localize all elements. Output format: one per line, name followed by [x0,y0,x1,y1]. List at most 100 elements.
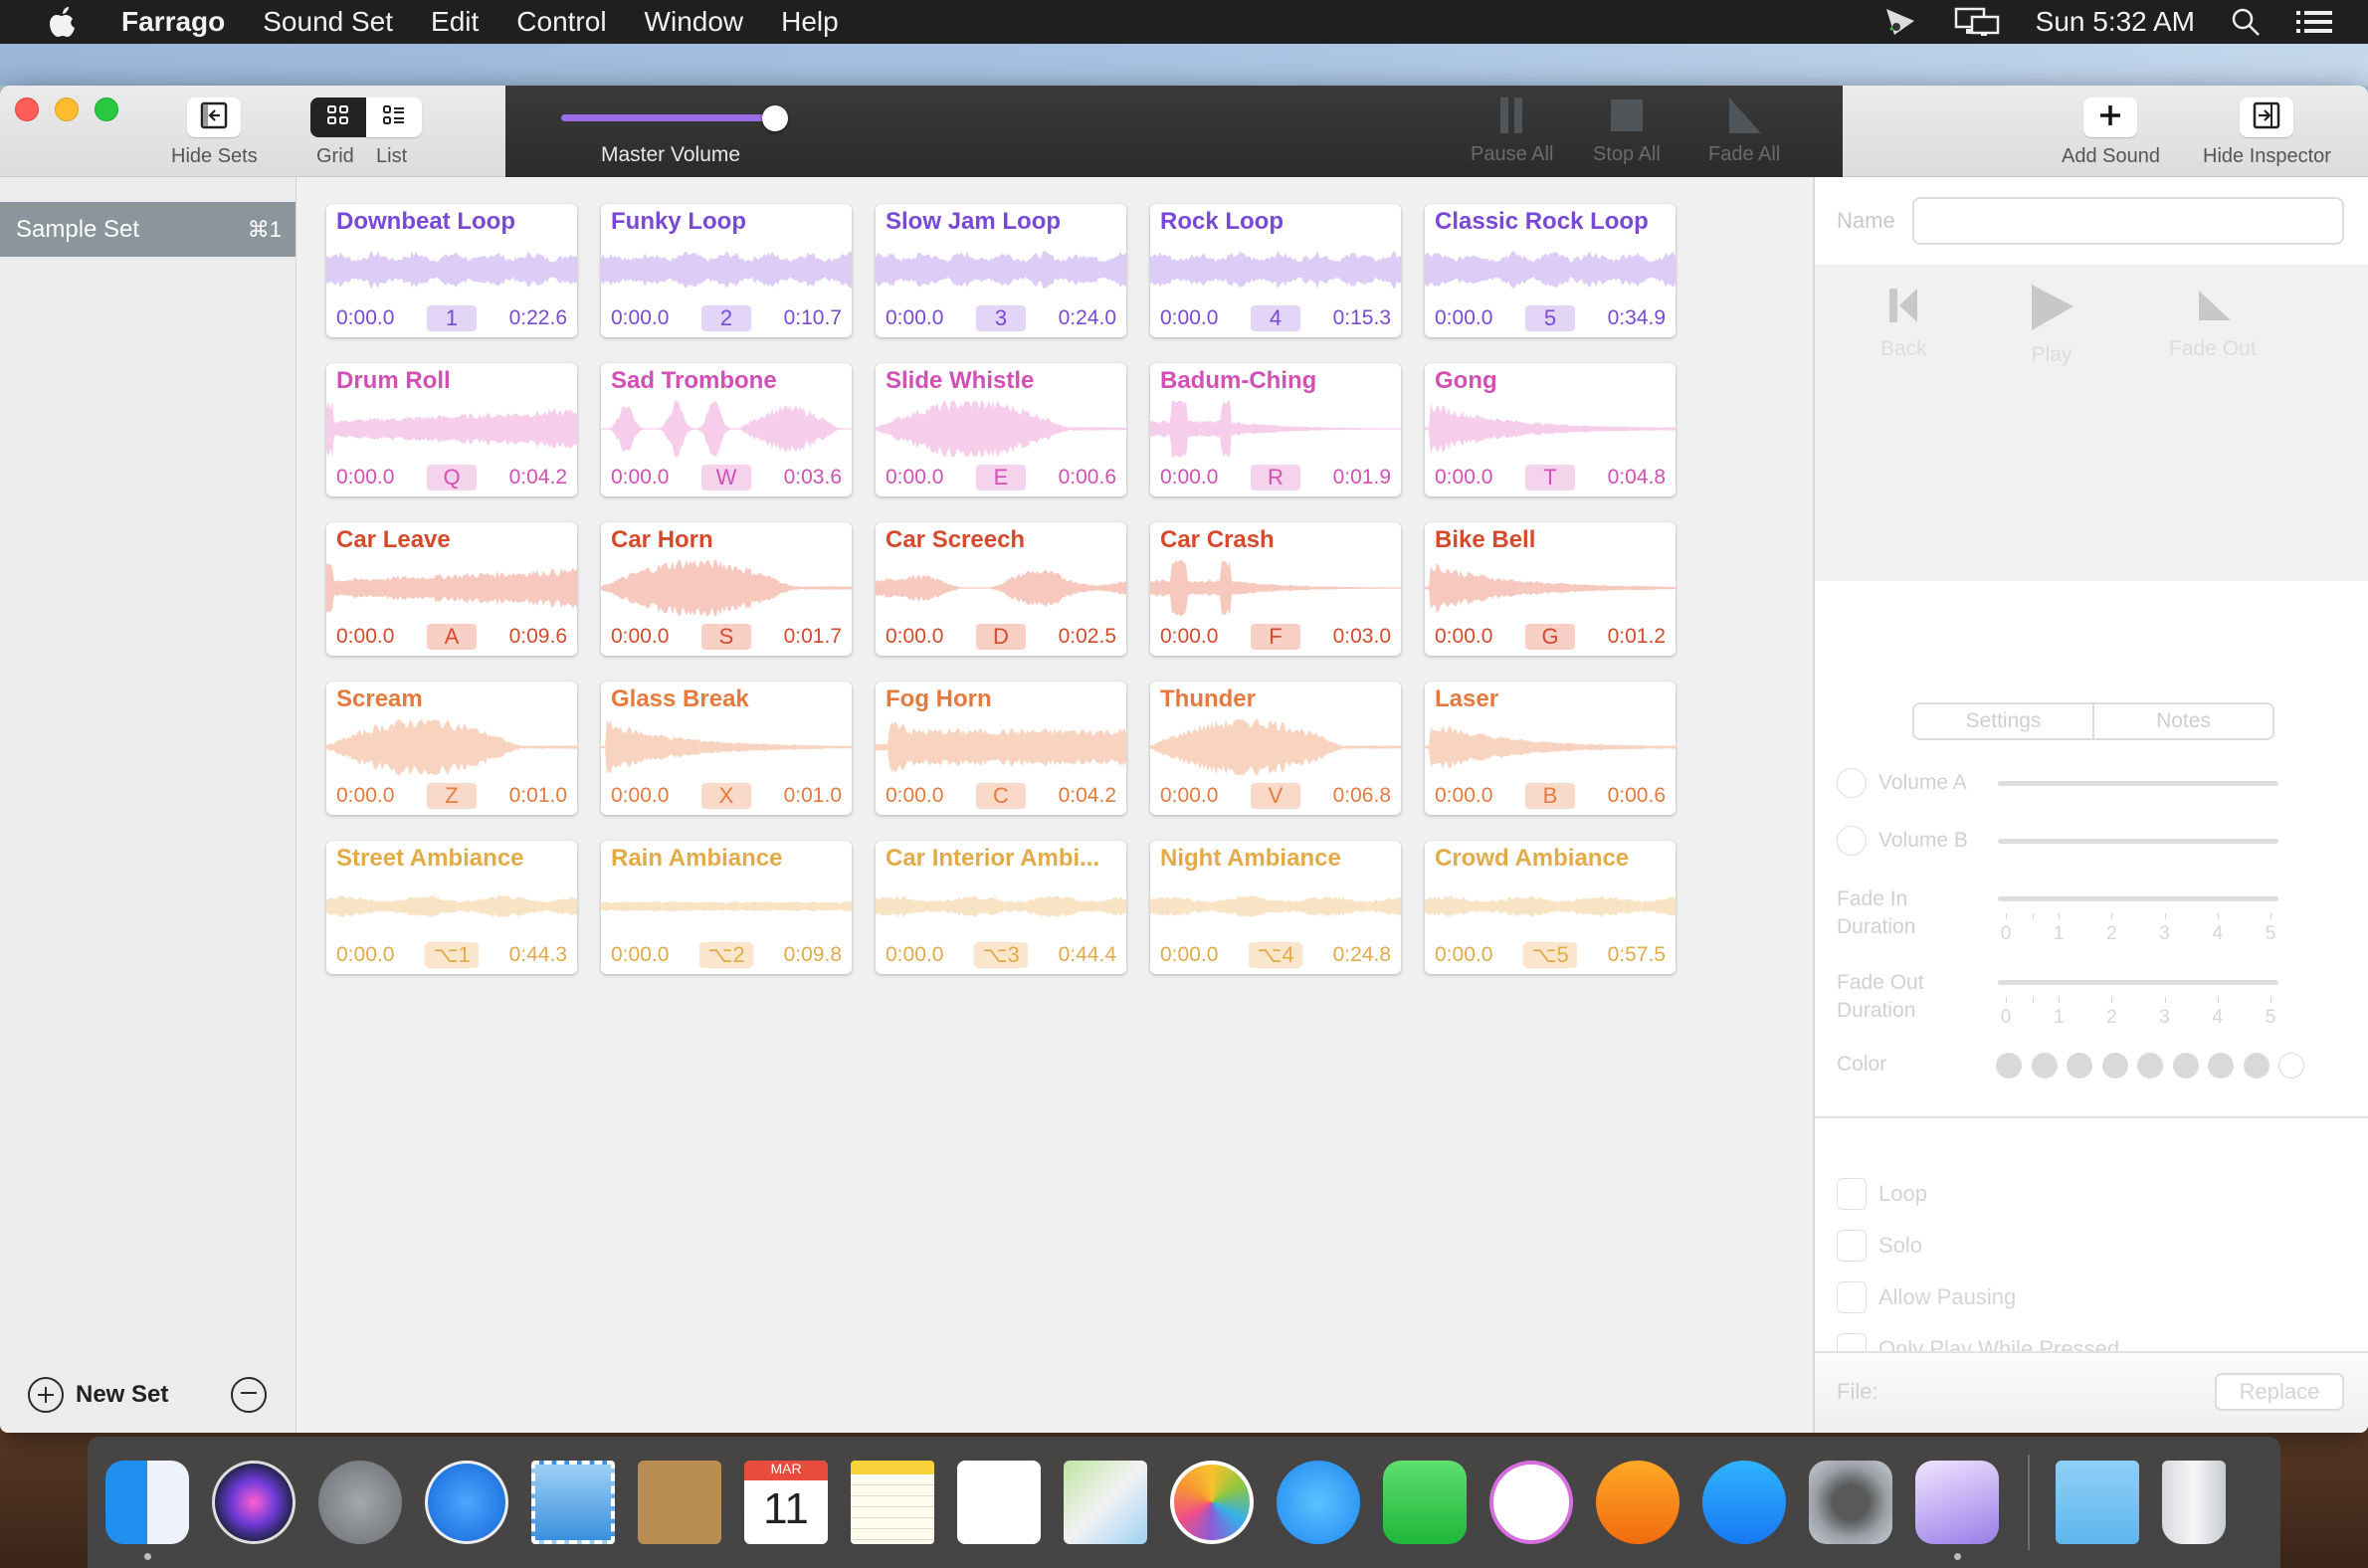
remove-set-button[interactable] [231,1377,267,1413]
master-volume-track[interactable] [561,114,780,121]
trash-icon[interactable] [2162,1461,2226,1544]
mail-icon[interactable] [531,1461,615,1544]
window-close-button[interactable] [15,98,39,121]
siri-icon[interactable] [212,1461,296,1544]
list-view-button[interactable] [366,98,422,137]
hide-sets-button[interactable]: Hide Sets [171,98,258,168]
replace-button[interactable]: Replace [2215,1373,2344,1411]
sidebar-item-sample-set[interactable]: Sample Set ⌘1 [0,202,296,257]
launchpad-icon[interactable] [318,1461,402,1544]
volume-a-slider[interactable] [1998,781,2278,786]
safari-icon[interactable] [425,1461,508,1544]
sound-tile[interactable]: Rain Ambiance 0:00.0 ⌥2 0:09.8 [601,841,852,974]
sound-tile[interactable]: Car Horn 0:00.0 S 0:01.7 [601,522,852,656]
play-button[interactable]: Play [2028,283,2075,367]
facetime-icon[interactable] [1383,1461,1467,1544]
display-mirroring-icon[interactable] [1954,7,2000,37]
tab-notes[interactable]: Notes [2094,704,2272,738]
color-swatch[interactable] [2137,1053,2163,1078]
fade-in-slider[interactable] [1998,896,2278,901]
notification-center-icon[interactable] [2296,9,2332,35]
color-swatch[interactable] [2208,1053,2234,1078]
pause-all-button[interactable]: Pause All [1471,96,1553,166]
sound-tile[interactable]: Glass Break 0:00.0 X 0:01.0 [601,682,852,815]
fade-all-button[interactable]: Fade All [1708,96,1780,166]
add-sound-button[interactable]: Add Sound [2062,98,2160,168]
itunes-icon[interactable] [1489,1461,1573,1544]
checkbox-solo[interactable]: Solo [1837,1230,1922,1262]
photos-icon[interactable] [1170,1461,1254,1544]
window-minimize-button[interactable] [55,98,79,121]
menubar-clock[interactable]: Sun 5:32 AM [2036,6,2195,38]
fade-out-slider[interactable] [1998,980,2278,985]
tab-settings[interactable]: Settings [1914,704,2094,738]
name-input[interactable] [1912,197,2344,245]
finder-icon[interactable] [105,1461,189,1560]
color-swatch[interactable] [2031,1053,2058,1078]
color-swatch[interactable] [2101,1053,2128,1078]
volume-a-radio[interactable]: Volume A [1837,768,1967,798]
sound-tile[interactable]: Sad Trombone 0:00.0 W 0:03.6 [601,363,852,496]
menu-window[interactable]: Window [645,6,744,38]
stop-all-button[interactable]: Stop All [1593,96,1661,166]
volume-b-slider[interactable] [1998,839,2278,844]
sound-tile[interactable]: Car Screech 0:00.0 D 0:02.5 [876,522,1126,656]
plus-icon [2098,103,2122,132]
sound-tile[interactable]: Funky Loop 0:00.0 2 0:10.7 [601,204,852,337]
sound-tile[interactable]: Thunder 0:00.0 V 0:06.8 [1150,682,1401,815]
menu-sound-set[interactable]: Sound Set [263,6,393,38]
notes-icon[interactable] [851,1461,934,1544]
sound-tile[interactable]: Crowd Ambiance 0:00.0 ⌥5 0:57.5 [1425,841,1676,974]
back-button[interactable]: Back [1880,283,1927,361]
sound-tile[interactable]: Gong 0:00.0 T 0:04.8 [1425,363,1676,496]
sound-title: Laser [1435,686,1499,712]
new-set-button[interactable]: New Set [28,1377,168,1413]
presenter-icon[interactable] [1884,7,1918,37]
checkbox-loop[interactable]: Loop [1837,1178,1927,1210]
sound-tile[interactable]: Rock Loop 0:00.0 4 0:15.3 [1150,204,1401,337]
sound-tile[interactable]: Badum-Ching 0:00.0 R 0:01.9 [1150,363,1401,496]
grid-view-button[interactable] [310,98,366,137]
window-zoom-button[interactable] [95,98,118,121]
sound-tile[interactable]: Classic Rock Loop 0:00.0 5 0:34.9 [1425,204,1676,337]
sound-tile[interactable]: Drum Roll 0:00.0 Q 0:04.2 [326,363,577,496]
hide-inspector-button[interactable]: Hide Inspector [2203,98,2331,168]
color-swatch[interactable] [2067,1053,2092,1078]
sound-tile[interactable]: Slide Whistle 0:00.0 E 0:00.6 [876,363,1126,496]
color-swatch[interactable] [2172,1053,2199,1078]
maps-icon[interactable] [1064,1461,1147,1544]
volume-b-radio[interactable]: Volume B [1837,826,1968,856]
menu-help[interactable]: Help [781,6,839,38]
menu-edit[interactable]: Edit [431,6,479,38]
contacts-icon[interactable] [638,1461,721,1544]
farrago-icon[interactable] [1915,1461,1999,1560]
sound-tile[interactable]: Fog Horn 0:00.0 C 0:04.2 [876,682,1126,815]
system-preferences-icon[interactable] [1809,1461,1892,1544]
calendar-icon[interactable]: MAR 11 [744,1461,828,1544]
fade-out-button[interactable]: Fade Out [2169,283,2257,361]
reminders-icon[interactable] [957,1461,1041,1544]
sound-tile[interactable]: Slow Jam Loop 0:00.0 3 0:24.0 [876,204,1126,337]
sound-tile[interactable]: Scream 0:00.0 Z 0:01.0 [326,682,577,815]
sound-tile[interactable]: Bike Bell 0:00.0 G 0:01.2 [1425,522,1676,656]
menu-app-name[interactable]: Farrago [121,6,225,38]
sound-tile[interactable]: Car Leave 0:00.0 A 0:09.6 [326,522,577,656]
sound-tile[interactable]: Car Crash 0:00.0 F 0:03.0 [1150,522,1401,656]
books-icon[interactable] [1596,1461,1679,1544]
messages-icon[interactable] [1277,1461,1360,1544]
menu-control[interactable]: Control [516,6,606,38]
downloads-folder-icon[interactable] [2056,1461,2139,1544]
master-volume-knob[interactable] [762,105,788,131]
sound-tile[interactable]: Night Ambiance 0:00.0 ⌥4 0:24.8 [1150,841,1401,974]
color-swatch[interactable] [1996,1053,2022,1078]
sound-tile[interactable]: Downbeat Loop 0:00.0 1 0:22.6 [326,204,577,337]
checkbox-allow-pausing[interactable]: Allow Pausing [1837,1281,2016,1313]
color-swatch[interactable] [2278,1053,2304,1078]
sound-tile[interactable]: Street Ambiance 0:00.0 ⌥1 0:44.3 [326,841,577,974]
sound-tile[interactable]: Car Interior Ambi... 0:00.0 ⌥3 0:44.4 [876,841,1126,974]
sound-tile[interactable]: Laser 0:00.0 B 0:00.6 [1425,682,1676,815]
spotlight-search-icon[interactable] [2231,7,2261,37]
app-store-icon[interactable] [1702,1461,1786,1544]
color-swatch[interactable] [2243,1053,2269,1078]
apple-logo-icon[interactable] [38,6,88,38]
